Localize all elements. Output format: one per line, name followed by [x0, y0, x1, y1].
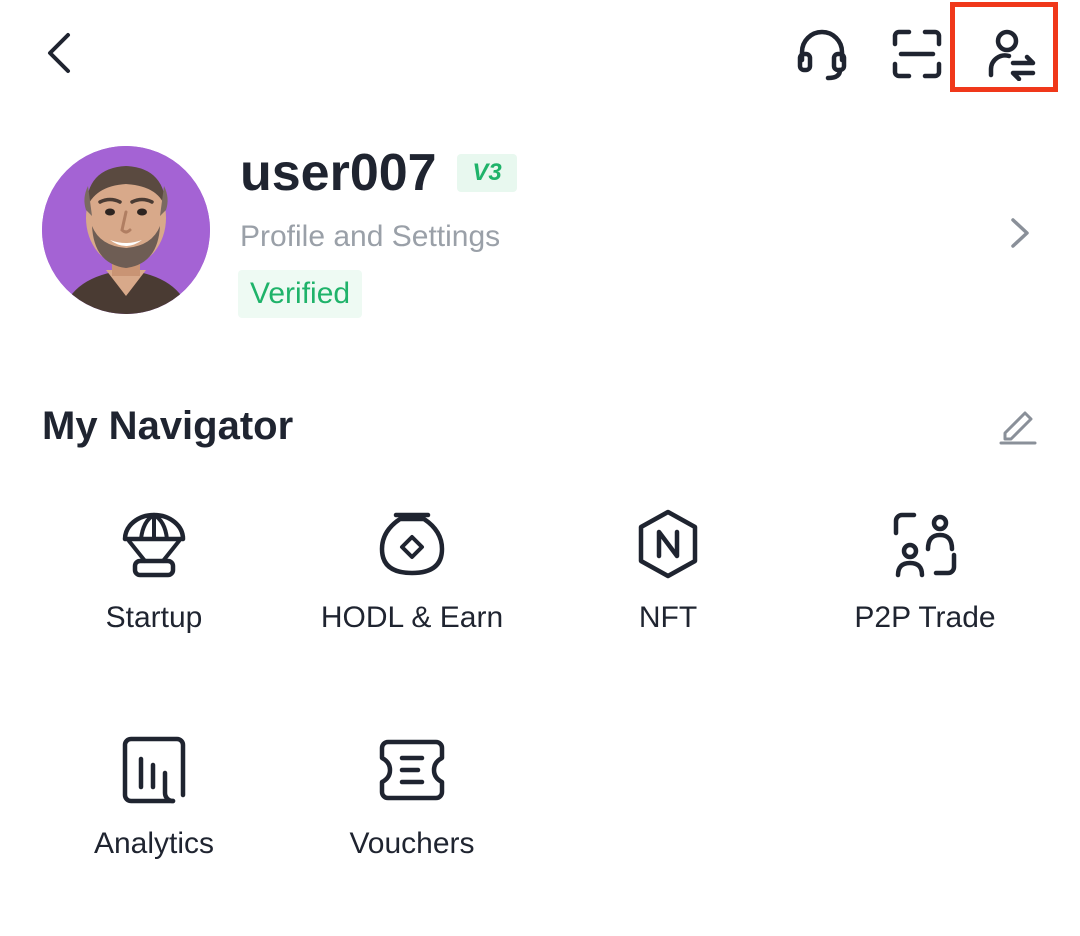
chevron-left-icon — [48, 33, 70, 73]
nav-item-label: Analytics — [93, 827, 215, 860]
level-badge: V3 — [457, 154, 517, 192]
nav-item-label: Startup — [105, 601, 203, 634]
switch-account-button[interactable] — [980, 22, 1044, 86]
nav-item-label: P2P Trade — [854, 601, 996, 634]
nav-item-label: HODL & Earn — [320, 601, 504, 634]
user-switch-icon — [988, 29, 1036, 81]
username[interactable]: user007 — [240, 140, 437, 206]
pencil-icon — [999, 411, 1037, 445]
nav-item-p2p-trade[interactable]: P2P Trade — [805, 508, 1045, 648]
voucher-icon — [376, 734, 448, 806]
avatar-portrait — [42, 146, 210, 314]
nav-item-startup[interactable]: Startup — [34, 508, 274, 648]
back-button[interactable] — [36, 28, 82, 78]
scan-button[interactable] — [885, 22, 949, 86]
nav-item-label: Vouchers — [349, 827, 475, 860]
section-title: My Navigator — [42, 404, 294, 448]
nav-item-analytics[interactable]: Analytics — [34, 734, 274, 874]
avatar[interactable] — [42, 146, 210, 314]
nav-item-hodl-earn[interactable]: HODL & Earn — [292, 508, 532, 648]
analytics-icon — [118, 734, 190, 806]
verified-badge: Verified — [238, 270, 363, 318]
nav-item-nft[interactable]: NFT — [548, 508, 788, 648]
support-button[interactable] — [790, 22, 854, 86]
p2p-icon — [889, 508, 961, 580]
scan-icon — [892, 29, 942, 79]
pot-icon — [376, 508, 448, 580]
nft-icon — [632, 508, 704, 580]
nav-item-label: NFT — [638, 601, 698, 634]
profile-chevron-button[interactable] — [1000, 208, 1040, 258]
profile-settings-link[interactable]: Profile and Settings — [240, 216, 500, 258]
edit-navigator-button[interactable] — [992, 400, 1042, 450]
headset-icon — [797, 29, 847, 81]
nav-item-vouchers[interactable]: Vouchers — [292, 734, 532, 874]
chevron-right-icon — [1011, 218, 1029, 248]
parachute-icon — [118, 508, 190, 580]
